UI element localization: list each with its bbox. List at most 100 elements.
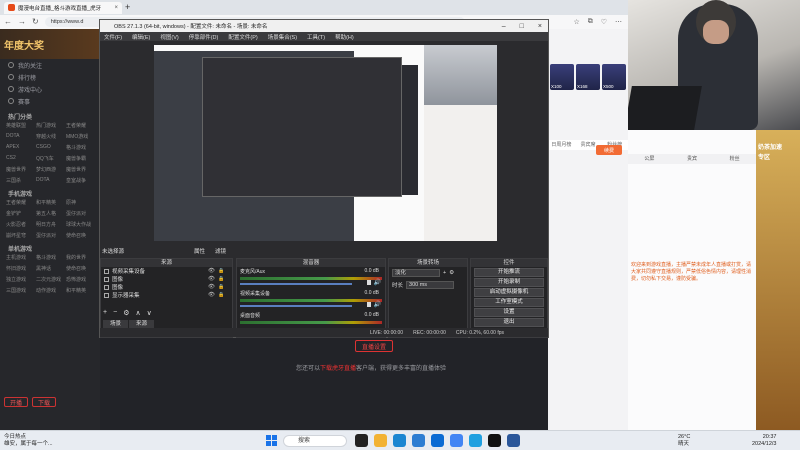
volume-slider[interactable] bbox=[240, 305, 352, 307]
lock-icon[interactable]: 🔒 bbox=[218, 292, 232, 298]
source-settings-icon[interactable]: ⚙ bbox=[123, 309, 129, 317]
category-link[interactable]: MMO游戏 bbox=[66, 133, 94, 140]
taskbar-search-input[interactable]: 搜索 bbox=[283, 435, 347, 447]
category-link[interactable]: 金铲铲 bbox=[6, 210, 34, 217]
collections-icon[interactable]: ⧉ bbox=[588, 18, 593, 26]
settings-button[interactable]: 设置 bbox=[474, 308, 544, 317]
chrome-icon[interactable] bbox=[450, 434, 463, 447]
system-clock[interactable]: 20:37 2024/12/3 bbox=[752, 434, 776, 448]
speaker-icon[interactable]: 🔊 bbox=[374, 279, 381, 286]
forward-button[interactable]: → bbox=[18, 18, 26, 26]
category-link[interactable]: 黑神话 bbox=[36, 265, 64, 272]
start-streaming-button[interactable]: 开始推流 bbox=[474, 268, 544, 277]
app-icon[interactable] bbox=[469, 434, 482, 447]
filters-button[interactable]: 滤镜 bbox=[215, 247, 226, 255]
category-link[interactable]: 独立游戏 bbox=[6, 276, 34, 283]
virtual-camera-button[interactable]: 启动虚拟摄像机 bbox=[474, 288, 544, 297]
duration-input[interactable]: 300 ms bbox=[406, 281, 455, 289]
category-link[interactable]: 动作游戏 bbox=[36, 287, 64, 294]
category-link[interactable]: 使命召唤 bbox=[66, 265, 94, 272]
category-link[interactable]: 三国杀 bbox=[6, 177, 34, 184]
browser-tab[interactable]: 魔漫电台直播_格斗游戏直播_虎牙 × bbox=[4, 1, 122, 14]
category-link[interactable]: 明日方舟 bbox=[36, 221, 64, 228]
gift-item[interactable]: X168 bbox=[576, 64, 600, 90]
menu-docks[interactable]: 停靠部件(D) bbox=[189, 33, 219, 41]
favorites-icon[interactable]: ♡ bbox=[601, 18, 607, 26]
menu-edit[interactable]: 编辑(E) bbox=[132, 33, 150, 41]
menu-file[interactable]: 文件(F) bbox=[104, 33, 122, 41]
lock-icon[interactable]: 🔒 bbox=[218, 276, 232, 282]
tab-public[interactable]: 公屏 bbox=[628, 154, 671, 164]
app-icon[interactable] bbox=[507, 434, 520, 447]
category-link[interactable]: 恐怖游戏 bbox=[66, 276, 94, 283]
category-link[interactable]: 王者荣耀 bbox=[6, 199, 34, 206]
category-link[interactable]: 穿越火线 bbox=[36, 133, 64, 140]
minimize-icon[interactable]: – bbox=[502, 23, 506, 30]
transition-settings-icon[interactable]: ⚙ bbox=[449, 270, 454, 276]
category-link[interactable]: 原神 bbox=[66, 199, 94, 206]
visibility-icon[interactable]: 👁 bbox=[208, 276, 215, 282]
category-link[interactable]: 和平精英 bbox=[66, 287, 94, 294]
category-link[interactable]: 火影忍者 bbox=[6, 221, 34, 228]
category-link[interactable]: APEX bbox=[6, 144, 34, 151]
slider-handle[interactable] bbox=[367, 302, 371, 307]
studio-mode-button[interactable]: 工作室模式 bbox=[474, 298, 544, 307]
add-source-icon[interactable]: + bbox=[103, 309, 107, 317]
weather-tray[interactable]: 26°C 晴天 bbox=[678, 434, 690, 448]
source-item[interactable]: 视频采集设备 👁 🔒 bbox=[101, 267, 232, 275]
add-transition-icon[interactable]: + bbox=[443, 270, 446, 276]
category-link[interactable]: 使命召唤 bbox=[66, 232, 94, 239]
move-up-icon[interactable]: ∧ bbox=[135, 309, 140, 317]
category-link[interactable]: 魔兽世界 bbox=[66, 166, 94, 173]
explorer-icon[interactable] bbox=[374, 434, 387, 447]
tab-close-icon[interactable]: × bbox=[114, 5, 118, 11]
favorite-icon[interactable]: ☆ bbox=[573, 18, 579, 26]
category-link[interactable]: 王者荣耀 bbox=[66, 122, 94, 129]
transition-select[interactable]: 淡化 bbox=[392, 269, 440, 277]
tab-rank-day[interactable]: 日周月榜 bbox=[548, 140, 575, 150]
visibility-icon[interactable]: 👁 bbox=[208, 292, 215, 298]
lock-icon[interactable]: 🔒 bbox=[218, 284, 232, 290]
open-live-button[interactable]: 开播 bbox=[4, 397, 29, 407]
category-link[interactable]: 蛋仔派对 bbox=[66, 210, 94, 217]
store-icon[interactable] bbox=[412, 434, 425, 447]
edge-icon[interactable] bbox=[393, 434, 406, 447]
gift-item[interactable]: X100 bbox=[550, 64, 574, 90]
sidebar-item-follow[interactable]: 我的关注 bbox=[0, 59, 100, 71]
source-item[interactable]: 图像 👁 🔒 bbox=[101, 283, 232, 291]
sidebar-item-rank[interactable]: 排行榜 bbox=[0, 71, 100, 83]
source-item[interactable]: 图像 👁 🔒 bbox=[101, 275, 232, 283]
lock-icon[interactable]: 🔒 bbox=[218, 268, 232, 274]
properties-button[interactable]: 属性 bbox=[194, 247, 205, 255]
tab-sources[interactable]: 来源 bbox=[129, 320, 155, 328]
category-link[interactable]: 蛋仔派对 bbox=[36, 232, 64, 239]
category-link[interactable]: 三国游戏 bbox=[6, 287, 34, 294]
tab-scenes[interactable]: 场景 bbox=[103, 320, 129, 328]
category-link[interactable]: 二次元游戏 bbox=[36, 276, 64, 283]
category-link[interactable]: 格斗游戏 bbox=[36, 254, 64, 261]
category-link[interactable]: DOTA bbox=[36, 177, 64, 184]
category-link[interactable]: QQ飞车 bbox=[36, 155, 64, 162]
category-link[interactable]: 崩坏星穹 bbox=[6, 232, 34, 239]
category-link[interactable]: 和平精英 bbox=[36, 199, 64, 206]
live-settings-button[interactable]: 直播设置 bbox=[355, 340, 393, 352]
category-link[interactable]: 皇室战争 bbox=[66, 177, 94, 184]
visibility-icon[interactable]: 👁 bbox=[208, 284, 215, 290]
category-link[interactable]: 球球大作战 bbox=[66, 221, 94, 228]
task-view-icon[interactable] bbox=[355, 434, 368, 447]
close-icon[interactable]: × bbox=[538, 23, 542, 30]
download-button[interactable]: 下载 bbox=[32, 397, 57, 407]
sidebar-item-games[interactable]: 游戏中心 bbox=[0, 83, 100, 95]
menu-scene-collection[interactable]: 场景集合(S) bbox=[268, 33, 297, 41]
menu-icon[interactable]: ⋯ bbox=[615, 18, 622, 26]
site-logo[interactable]: 年度大奖 bbox=[0, 29, 100, 59]
remove-source-icon[interactable]: − bbox=[113, 309, 117, 317]
source-item[interactable]: 显示器采集 👁 🔒 bbox=[101, 291, 232, 299]
category-link[interactable]: 热门游戏 bbox=[36, 122, 64, 129]
back-button[interactable]: ← bbox=[4, 18, 12, 26]
category-link[interactable]: CSGO bbox=[36, 144, 64, 151]
category-link[interactable]: 英雄联盟 bbox=[6, 122, 34, 129]
menu-help[interactable]: 帮助(H) bbox=[335, 33, 354, 41]
category-link[interactable]: CS2 bbox=[6, 155, 34, 162]
category-link[interactable]: 怀旧游戏 bbox=[6, 265, 34, 272]
